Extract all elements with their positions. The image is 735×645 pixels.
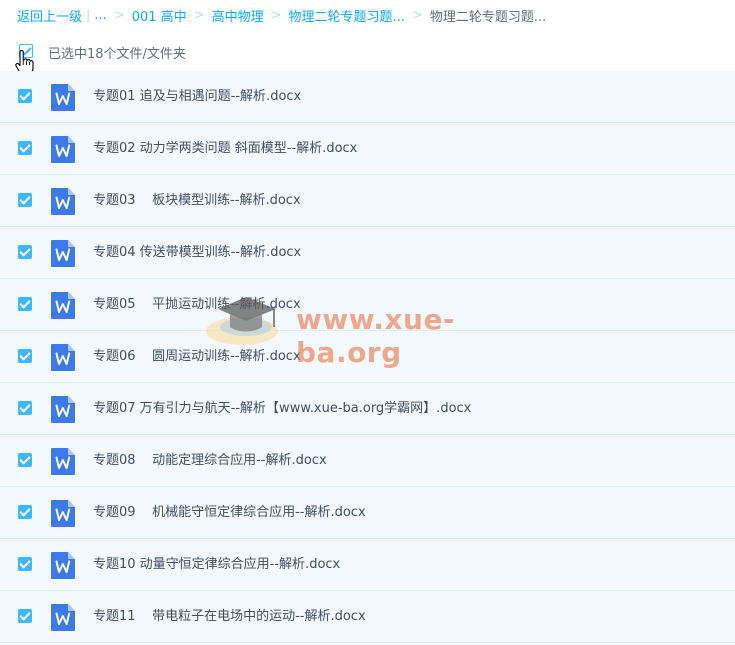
- chevron-right-icon: >: [411, 7, 423, 23]
- file-name[interactable]: 专题02 动力学两类问题 斜面模型--解析.docx: [93, 123, 357, 174]
- file-row[interactable]: 专题08 动能定理综合应用--解析.docx: [0, 435, 735, 487]
- file-name[interactable]: 专题01 追及与相遇问题--解析.docx: [93, 71, 301, 122]
- file-row[interactable]: 专题09 机械能守恒定律综合应用--解析.docx: [0, 487, 735, 539]
- file-row[interactable]: 专题04 传送带模型训练--解析.docx: [0, 227, 735, 279]
- word-doc-icon: [51, 500, 75, 527]
- file-checkbox[interactable]: [18, 297, 32, 311]
- file-name[interactable]: 专题11 带电粒子在电场中的运动--解析.docx: [93, 591, 366, 642]
- word-doc-icon: [51, 604, 75, 631]
- word-doc-icon: [51, 240, 75, 267]
- file-row[interactable]: 专题11 带电粒子在电场中的运动--解析.docx: [0, 591, 735, 643]
- file-row[interactable]: 专题05 平抛运动训练--解析.docx: [0, 279, 735, 331]
- file-row[interactable]: 专题07 万有引力与航天--解析【www.xue-ba.org学霸网】.docx: [0, 383, 735, 435]
- chevron-right-icon: >: [113, 7, 125, 23]
- word-doc-icon: [51, 344, 75, 371]
- file-checkbox[interactable]: [18, 505, 32, 519]
- word-doc-icon: [51, 552, 75, 579]
- file-row[interactable]: 专题03 板块模型训练--解析.docx: [0, 175, 735, 227]
- word-doc-icon: [51, 188, 75, 215]
- breadcrumb: 返回上一级 | ... > 001 高中 > 高中物理 > 物理二轮专题习题..…: [0, 0, 735, 30]
- word-doc-icon: [51, 448, 75, 475]
- file-row[interactable]: 专题01 追及与相遇问题--解析.docx: [0, 71, 735, 123]
- chevron-right-icon: >: [270, 7, 282, 23]
- file-name[interactable]: 专题06 圆周运动训练--解析.docx: [93, 331, 301, 382]
- word-doc-icon: [51, 136, 75, 163]
- file-checkbox[interactable]: [18, 401, 32, 415]
- breadcrumb-divider: |: [86, 7, 91, 23]
- file-name[interactable]: 专题07 万有引力与航天--解析【www.xue-ba.org学霸网】.docx: [93, 383, 471, 434]
- file-name[interactable]: 专题08 动能定理综合应用--解析.docx: [93, 435, 327, 486]
- file-name[interactable]: 专题09 机械能守恒定律综合应用--解析.docx: [93, 487, 366, 538]
- file-row[interactable]: 专题02 动力学两类问题 斜面模型--解析.docx: [0, 123, 735, 175]
- breadcrumb-ellipsis[interactable]: ...: [94, 8, 106, 23]
- file-name[interactable]: 专题10 动量守恒定律综合应用--解析.docx: [93, 539, 340, 590]
- file-row[interactable]: 专题10 动量守恒定律综合应用--解析.docx: [0, 539, 735, 591]
- breadcrumb-item-folder[interactable]: 物理二轮专题习题...: [289, 6, 405, 25]
- back-link[interactable]: 返回上一级: [17, 6, 82, 25]
- word-doc-icon: [51, 396, 75, 423]
- selection-count-text: 已选中18个文件/文件夹: [48, 47, 186, 62]
- file-checkbox[interactable]: [18, 609, 32, 623]
- file-checkbox[interactable]: [18, 141, 32, 155]
- chevron-right-icon: >: [193, 7, 205, 23]
- file-row[interactable]: 专题06 圆周运动训练--解析.docx: [0, 331, 735, 383]
- file-name[interactable]: 专题04 传送带模型训练--解析.docx: [93, 227, 301, 278]
- breadcrumb-current: 物理二轮专题习题...: [429, 9, 547, 25]
- file-checkbox[interactable]: [18, 89, 32, 103]
- file-checkbox[interactable]: [18, 245, 32, 259]
- selection-bar: 已选中18个文件/文件夹: [0, 32, 735, 70]
- file-name[interactable]: 专题03 板块模型训练--解析.docx: [93, 175, 301, 226]
- file-checkbox[interactable]: [18, 349, 32, 363]
- file-list: 专题01 追及与相遇问题--解析.docx 专题02 动力学两类问题 斜面模型--…: [0, 71, 735, 643]
- breadcrumb-item-001[interactable]: 001 高中: [132, 6, 187, 25]
- file-checkbox[interactable]: [18, 453, 32, 467]
- file-checkbox[interactable]: [18, 557, 32, 571]
- word-doc-icon: [51, 84, 75, 111]
- file-name[interactable]: 专题05 平抛运动训练--解析.docx: [93, 279, 301, 330]
- file-checkbox[interactable]: [18, 193, 32, 207]
- breadcrumb-item-physics[interactable]: 高中物理: [212, 6, 264, 25]
- word-doc-icon: [51, 292, 75, 319]
